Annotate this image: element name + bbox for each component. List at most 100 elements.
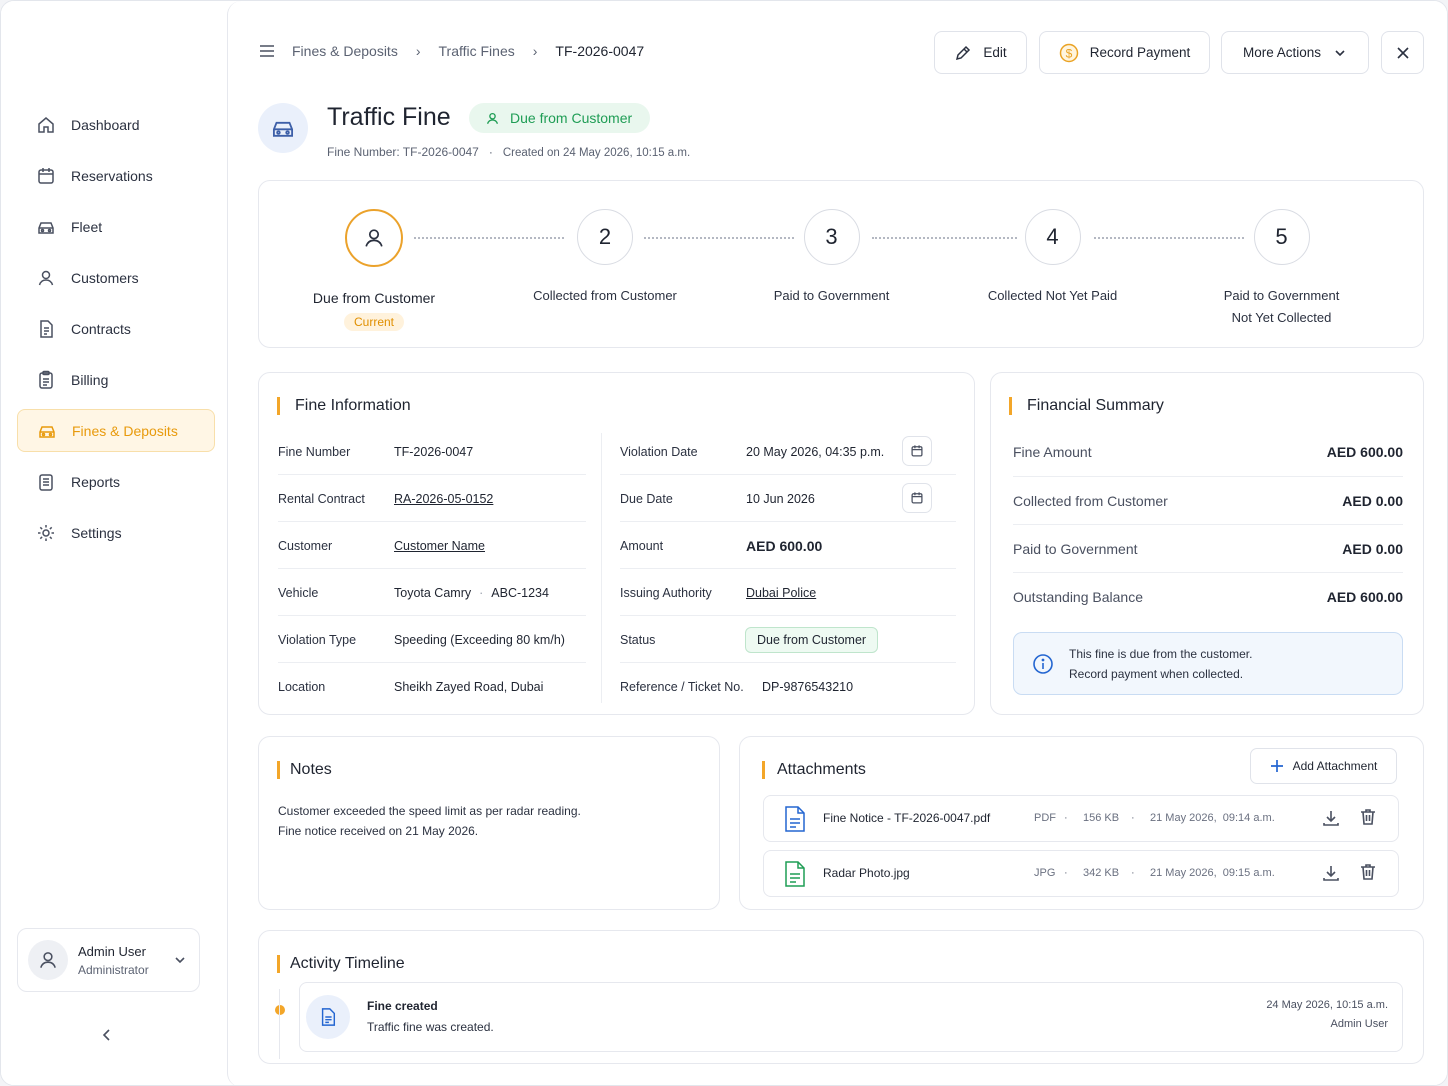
- close-button[interactable]: [1381, 31, 1424, 74]
- step-circle: 2: [577, 209, 633, 265]
- separator-dot: ·: [1064, 867, 1068, 879]
- step-label: Collected Not Yet Paid: [987, 288, 1118, 303]
- breadcrumb-traffic-fines[interactable]: Traffic Fines: [439, 43, 515, 59]
- user-icon: [485, 111, 500, 126]
- step-circle: 5: [1253, 209, 1310, 265]
- field-reference: Reference / Ticket No. DP-9876543210: [620, 663, 956, 710]
- summary-label: Paid to Government: [1013, 541, 1138, 557]
- step-circle: [345, 209, 403, 267]
- download-icon[interactable]: [1321, 808, 1341, 828]
- separator-dot: ·: [1131, 812, 1135, 824]
- trash-icon[interactable]: [1358, 807, 1378, 827]
- record-payment-button[interactable]: $ Record Payment: [1039, 31, 1210, 74]
- edit-label: Edit: [983, 45, 1007, 60]
- calendar-icon: [911, 492, 923, 504]
- sidebar-item-label: Dashboard: [71, 116, 140, 133]
- field-value: 20 May 2026, 04:35 p.m.: [746, 444, 885, 459]
- summary-fine-amount: Fine Amount AED 600.00: [1013, 428, 1403, 476]
- sidebar-item-contracts[interactable]: Contracts: [17, 307, 215, 350]
- page-header: Traffic Fine Due from Customer Fine Numb…: [258, 103, 958, 163]
- vehicle-model: Toyota Camry: [394, 585, 472, 600]
- summary-label: Collected from Customer: [1013, 493, 1168, 509]
- step-label: Collected from Customer: [533, 288, 677, 303]
- timeline-user: Admin User: [1330, 1018, 1388, 1030]
- sidebar-item-label: Fines & Deposits: [72, 422, 178, 439]
- date-picker-button[interactable]: [902, 483, 932, 513]
- outstanding-value: AED 600.00: [1326, 589, 1403, 605]
- step-label: Paid to Government Not Yet Collected: [1209, 285, 1354, 329]
- field-fine-number: Fine Number TF-2026-0047: [278, 428, 586, 475]
- step-label-line1: Paid to Government: [1223, 288, 1340, 303]
- field-rental-contract: Rental Contract RA-2026-05-0152: [278, 475, 586, 522]
- collapse-sidebar-button[interactable]: [97, 1025, 117, 1045]
- sidebar-item-settings[interactable]: Settings: [17, 511, 215, 554]
- breadcrumb: Fines & Deposits › Traffic Fines › TF-20…: [258, 43, 644, 59]
- menu-icon[interactable]: [258, 43, 276, 59]
- info-icon: [1032, 653, 1054, 675]
- date-picker-button[interactable]: [902, 436, 932, 466]
- file-name[interactable]: Radar Photo.jpg: [823, 866, 910, 880]
- page-title: Traffic Fine: [327, 103, 451, 131]
- vehicle-plate: ABC-1234: [491, 585, 549, 600]
- section-title: Financial Summary: [1009, 397, 1164, 415]
- separator-dot: ·: [1064, 812, 1068, 824]
- step-paid-to-government: 3 Paid to Government: [759, 209, 904, 307]
- fine-information-card: Fine Information Fine Number TF-2026-0047…: [258, 372, 975, 715]
- svg-text:$: $: [1065, 46, 1072, 60]
- field-label: Rental Contract: [278, 491, 365, 506]
- breadcrumb-fines-deposits[interactable]: Fines & Deposits: [292, 43, 398, 59]
- customer-link[interactable]: Customer Name: [394, 539, 485, 553]
- field-value: Speeding (Exceeding 80 km/h): [394, 632, 565, 647]
- status-stepper: Due from Customer Current 2 Collected fr…: [258, 180, 1424, 348]
- download-icon[interactable]: [1321, 863, 1341, 883]
- issuing-authority-link[interactable]: Dubai Police: [746, 586, 816, 600]
- app-window: Dashboard Reservations Fleet Customers C…: [0, 0, 1448, 1086]
- sidebar-item-dashboard[interactable]: Dashboard: [17, 103, 215, 146]
- field-violation-type: Violation Type Speeding (Exceeding 80 km/…: [278, 616, 586, 663]
- sidebar-item-reservations[interactable]: Reservations: [17, 154, 215, 197]
- file-date: 21 May 2026, 09:15 a.m.: [1150, 867, 1275, 879]
- close-icon: [1396, 46, 1409, 59]
- trash-icon[interactable]: [1358, 862, 1378, 882]
- user-menu[interactable]: Admin User Administrator: [17, 928, 200, 992]
- field-vehicle: Vehicle Toyota Camry · ABC-1234: [278, 569, 586, 616]
- more-actions-label: More Actions: [1242, 45, 1322, 60]
- file-name[interactable]: Fine Notice - TF-2026-0047.pdf: [823, 811, 990, 825]
- rental-contract-link[interactable]: RA-2026-05-0152: [394, 492, 493, 506]
- attachment-row[interactable]: Fine Notice - TF-2026-0047.pdf PDF · 156…: [763, 795, 1399, 842]
- field-issuing-authority: Issuing Authority Dubai Police: [620, 569, 956, 616]
- field-label: Location: [278, 679, 326, 694]
- sidebar-item-fines-deposits[interactable]: Fines & Deposits: [17, 409, 215, 452]
- amount-value: AED 600.00: [746, 537, 823, 554]
- current-badge: Current: [343, 313, 404, 331]
- step-collected-not-yet-paid: 4 Collected Not Yet Paid: [975, 209, 1130, 307]
- sidebar-item-reports[interactable]: Reports: [17, 460, 215, 503]
- more-actions-button[interactable]: More Actions: [1221, 31, 1369, 74]
- image-file-icon: [783, 860, 807, 888]
- field-label: Vehicle: [278, 585, 319, 600]
- summary-outstanding: Outstanding Balance AED 600.00: [1013, 573, 1403, 621]
- sidebar-item-label: Settings: [71, 524, 122, 541]
- main-content: Fines & Deposits › Traffic Fines › TF-20…: [227, 1, 1447, 1085]
- car-icon: [258, 103, 308, 153]
- summary-label: Fine Amount: [1013, 444, 1092, 460]
- sidebar-item-label: Fleet: [71, 218, 103, 235]
- field-label: Status: [620, 632, 656, 647]
- edit-button[interactable]: Edit: [934, 31, 1027, 74]
- sidebar-item-customers[interactable]: Customers: [17, 256, 215, 299]
- step-circle: 3: [803, 209, 860, 265]
- sidebar-item-fleet[interactable]: Fleet: [17, 205, 215, 248]
- file-type: PDF: [1034, 812, 1056, 824]
- sidebar-item-billing[interactable]: Billing: [17, 358, 215, 401]
- column-divider: [601, 433, 602, 703]
- field-customer: Customer Customer Name: [278, 522, 586, 569]
- financial-summary-card: Financial Summary Fine Amount AED 600.00 …: [990, 372, 1424, 715]
- user-name: Admin User: [78, 943, 146, 959]
- attachment-row[interactable]: Radar Photo.jpg JPG · 342 KB · 21 May 20…: [763, 850, 1399, 897]
- topbar: Fines & Deposits › Traffic Fines › TF-20…: [258, 31, 1424, 75]
- summary-value: AED 0.00: [1342, 493, 1403, 509]
- add-attachment-button[interactable]: Add Attachment: [1250, 748, 1397, 784]
- chevron-down-icon[interactable]: [173, 953, 187, 970]
- dollar-coin-icon: $: [1059, 43, 1079, 63]
- section-title: Fine Information: [277, 397, 411, 415]
